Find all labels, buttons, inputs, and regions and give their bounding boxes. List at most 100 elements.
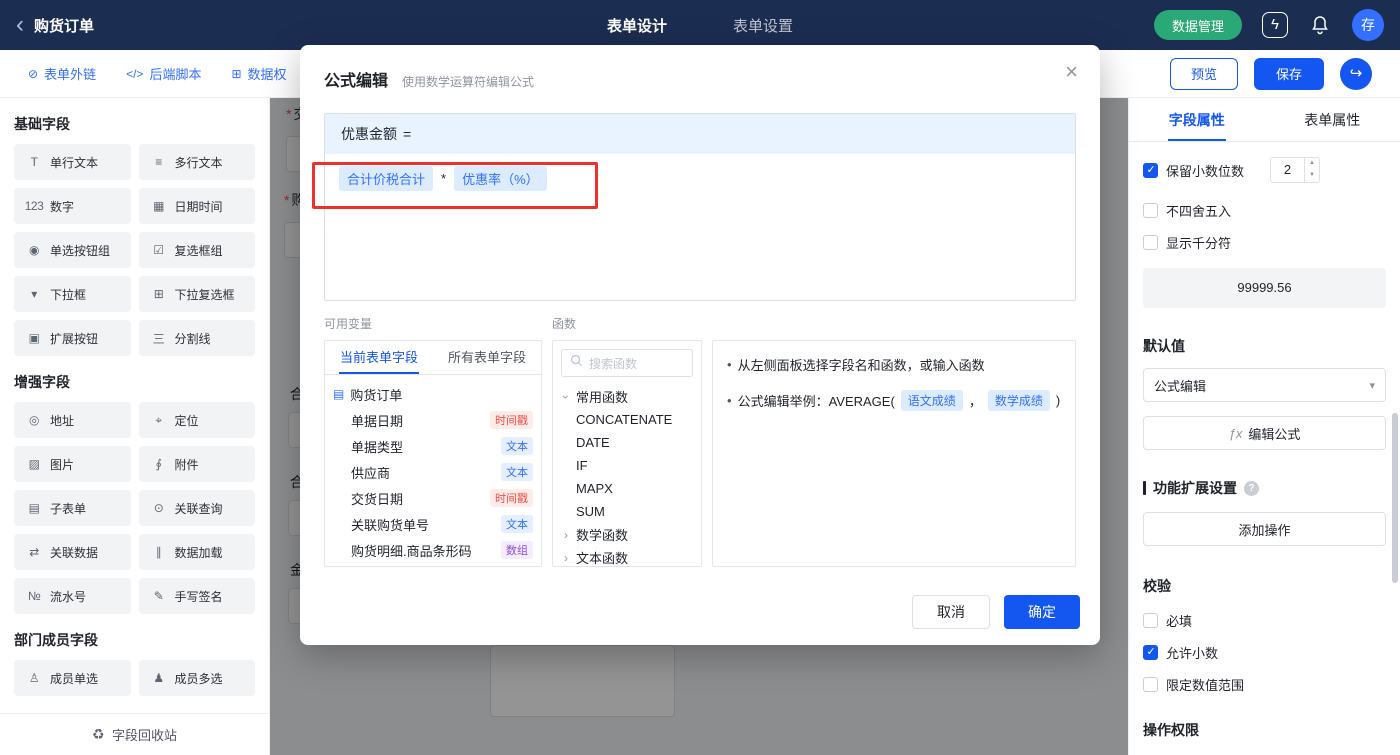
variable-row[interactable]: 交货日期 时间戳 xyxy=(333,485,533,511)
variable-tree-root[interactable]: ▤ 购货订单 xyxy=(333,381,533,407)
field-item-divider[interactable]: 三分割线 xyxy=(138,320,255,356)
field-item-data-load[interactable]: ∥ 数据加载 xyxy=(138,534,255,570)
field-item-label: 子表单 xyxy=(50,501,87,516)
linked-data-icon: ⇄ xyxy=(29,545,39,559)
permission-title: 操作权限 xyxy=(1143,722,1199,738)
variable-row[interactable]: 单据日期 时间戳 xyxy=(333,407,533,433)
field-item-linked-query[interactable]: ⊙ 关联查询 xyxy=(138,490,255,526)
function-item[interactable]: SUM xyxy=(561,500,693,523)
add-action-button[interactable]: 添加操作 xyxy=(1143,512,1386,546)
function-item[interactable]: DATE xyxy=(561,431,693,454)
close-icon[interactable]: × xyxy=(1065,61,1078,83)
form-external-link-button[interactable]: ⊘ 表单外链 xyxy=(28,64,96,83)
serial-number-icon: № xyxy=(27,589,41,603)
function-item[interactable]: IF xyxy=(561,454,693,477)
tab-field-properties[interactable]: 字段属性 xyxy=(1129,98,1265,141)
formula-operator: * xyxy=(441,171,447,186)
save-button[interactable]: 保存 xyxy=(1253,57,1324,90)
variable-row[interactable]: 单据类型 文本 xyxy=(333,433,533,459)
edit-formula-button[interactable]: ƒx 编辑公式 xyxy=(1143,416,1386,450)
topbar: ‹ 购货订单 表单设计 表单设置 数据管理 ϟ 存 xyxy=(0,0,1400,50)
share-icon[interactable]: ↪ xyxy=(1340,57,1372,90)
decimal-input[interactable]: 2 ▲ ▼ xyxy=(1270,157,1321,183)
properties-tabs: 字段属性 表单属性 xyxy=(1129,98,1400,142)
link-icon: ⊘ xyxy=(28,66,39,81)
range-limit-checkbox[interactable] xyxy=(1143,676,1158,692)
field-item-checkbox-group[interactable]: ☑ 复选框组 xyxy=(138,232,255,268)
field-item-select[interactable]: ▾ 下拉框 xyxy=(14,276,131,312)
number-icon: 123 xyxy=(24,199,44,213)
field-item-subform[interactable]: ▤ 子表单 xyxy=(14,490,131,526)
function-item[interactable]: CONCATENATE xyxy=(561,408,693,431)
tab-form-settings[interactable]: 表单设置 xyxy=(733,15,793,36)
no-rounding-checkbox[interactable] xyxy=(1143,202,1158,218)
field-item-attachment[interactable]: ∮ 附件 xyxy=(138,446,255,482)
form-external-link-label: 表单外链 xyxy=(44,67,97,82)
function-group-text[interactable]: › 文本函数 xyxy=(561,546,693,567)
confirm-button[interactable]: 确定 xyxy=(1004,595,1080,629)
field-item-radio-group[interactable]: ◉ 单选按钮组 xyxy=(14,232,131,268)
function-item[interactable]: MAPX xyxy=(561,477,693,500)
linked-query-icon: ⊙ xyxy=(153,501,164,515)
preview-button[interactable]: 预览 xyxy=(1169,57,1238,90)
field-item-linked-data[interactable]: ⇄ 关联数据 xyxy=(14,534,131,570)
field-item-label: 流水号 xyxy=(50,589,87,604)
function-group-math[interactable]: › 数学函数 xyxy=(561,523,693,546)
function-search-input[interactable]: 搜索函数 xyxy=(561,349,693,377)
properties-panel: 字段属性 表单属性 保留小数位数 2 ▲ ▼ 不四舍五入 xyxy=(1128,98,1400,755)
formula-field-chip[interactable]: 优惠率（%） xyxy=(454,166,547,191)
tab-form-design[interactable]: 表单设计 xyxy=(607,15,667,36)
type-badge: 文本 xyxy=(501,437,533,455)
bell-icon[interactable] xyxy=(1308,13,1332,37)
formula-expression[interactable]: 合计价税合计 * 优惠率（%） xyxy=(325,154,1075,203)
data-permission-button[interactable]: ⊞ 数据权 xyxy=(231,64,286,83)
field-item-number[interactable]: 123 数字 xyxy=(14,188,131,224)
field-item-datetime[interactable]: ▦ 日期时间 xyxy=(138,188,255,224)
field-item-location[interactable]: ⌖ 定位 xyxy=(138,402,255,438)
field-item-member-single[interactable]: ♙ 成员单选 xyxy=(14,660,131,696)
decimal-value[interactable]: 2 xyxy=(1271,158,1304,182)
field-item-serial-number[interactable]: № 流水号 xyxy=(14,578,131,614)
stepper-down-icon[interactable]: ▼ xyxy=(1305,170,1319,182)
formula-editor[interactable]: 优惠金额 = 合计价税合计 * 优惠率（%） xyxy=(324,113,1076,301)
variable-row[interactable]: 供应商 文本 xyxy=(333,459,533,485)
cancel-button[interactable]: 取消 xyxy=(912,595,990,629)
backend-script-button[interactable]: </> 后端脚本 xyxy=(126,64,201,83)
default-value-select[interactable]: 公式编辑 ▾ xyxy=(1143,368,1386,402)
decimal-checkbox[interactable] xyxy=(1143,162,1158,178)
decimal-label: 保留小数位数 xyxy=(1166,163,1245,179)
field-item-member-multi[interactable]: ♟ 成员多选 xyxy=(138,660,255,696)
back-icon[interactable]: ‹ xyxy=(16,13,24,37)
panel-scrollbar[interactable] xyxy=(1392,413,1398,583)
lightning-icon[interactable]: ϟ xyxy=(1262,12,1288,38)
field-item-signature[interactable]: ✎ 手写签名 xyxy=(138,578,255,614)
field-item-multi-line-text[interactable]: ≡ 多行文本 xyxy=(138,144,255,180)
stepper-up-icon[interactable]: ▲ xyxy=(1305,158,1319,170)
field-item-multi-select[interactable]: ⊞ 下拉复选框 xyxy=(138,276,255,312)
variable-root-label: 购货订单 xyxy=(350,387,403,403)
member-single-icon: ♙ xyxy=(28,671,40,685)
formula-target-bar: 优惠金额 = xyxy=(325,114,1075,154)
tab-form-properties[interactable]: 表单属性 xyxy=(1265,98,1400,141)
data-manage-button[interactable]: 数据管理 xyxy=(1153,10,1242,40)
field-recycle-bin[interactable]: ♻ 字段回收站 xyxy=(0,713,269,755)
field-item-single-line-text[interactable]: T 单行文本 xyxy=(14,144,131,180)
thousand-separator-checkbox[interactable] xyxy=(1143,234,1158,250)
field-item-extend-button[interactable]: ▣ 扩展按钮 xyxy=(14,320,131,356)
signature-icon: ✎ xyxy=(153,589,164,603)
allow-decimal-checkbox[interactable] xyxy=(1143,644,1158,660)
required-checkbox[interactable] xyxy=(1143,612,1158,628)
help-question-icon[interactable]: ? xyxy=(1244,480,1259,496)
tab-current-form-fields[interactable]: 当前表单字段 xyxy=(325,341,433,374)
divider-icon: 三 xyxy=(152,331,165,346)
formula-field-chip[interactable]: 合计价税合计 xyxy=(339,166,434,191)
dropdown-icon: ▾ xyxy=(31,287,37,301)
tab-all-form-fields[interactable]: 所有表单字段 xyxy=(433,341,541,374)
function-group-common[interactable]: › 常用函数 xyxy=(559,385,693,408)
variable-row[interactable]: 关联购货单号 文本 xyxy=(333,511,533,537)
avatar[interactable]: 存 xyxy=(1352,9,1384,41)
field-item-address[interactable]: ◎ 地址 xyxy=(14,402,131,438)
field-item-image[interactable]: ▨ 图片 xyxy=(14,446,131,482)
member-multi-icon: ♟ xyxy=(153,671,164,685)
variable-row[interactable]: 购货明细.商品条形码 数组 xyxy=(333,537,533,563)
